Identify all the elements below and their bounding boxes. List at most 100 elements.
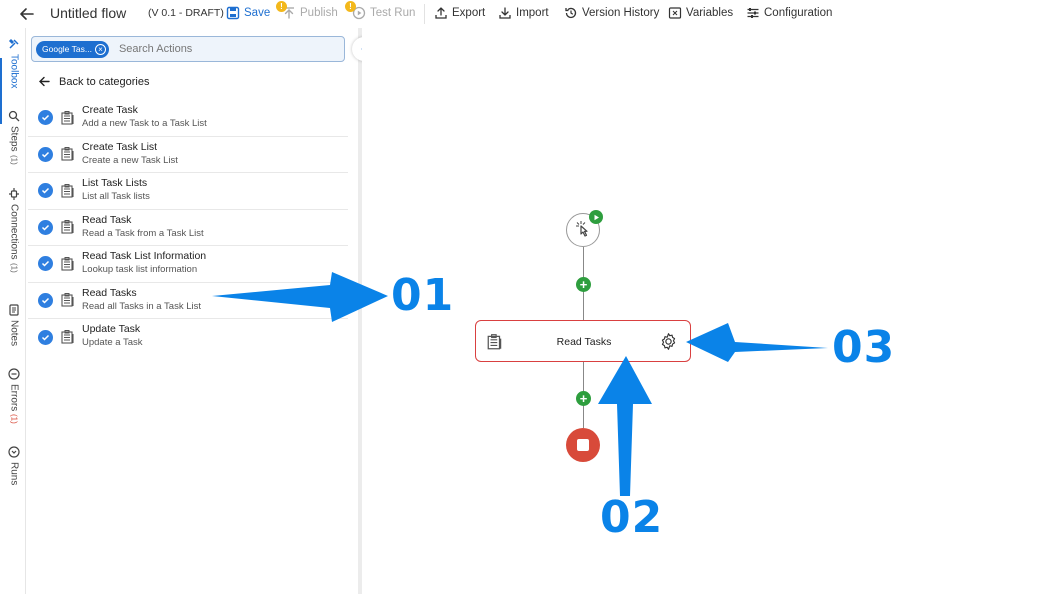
play-icon[interactable]: [589, 210, 603, 224]
check-circle-icon: [38, 329, 53, 345]
configuration-button[interactable]: Configuration: [746, 6, 832, 20]
action-desc: Read a Task from a Task List: [82, 227, 204, 239]
test-run-label: Test Run: [370, 7, 416, 19]
rail-tab-steps[interactable]: Steps (1): [4, 110, 24, 164]
publish-warning-badge: !: [276, 1, 287, 12]
export-label: Export: [452, 7, 486, 19]
action-title: Create Task List: [82, 140, 158, 153]
list-item[interactable]: Update Task Update a Task: [28, 319, 348, 356]
callout-label-01: 01: [391, 270, 455, 321]
action-list: Create Task Add a new Task to a Task List…: [28, 100, 348, 356]
toolbox-panel: Google Tas... × Back to categories Creat…: [26, 28, 358, 594]
notes-icon: [9, 304, 19, 316]
check-circle-icon: [38, 110, 53, 126]
variables-label: Variables: [686, 7, 734, 19]
rail-label-notes: Notes: [8, 320, 20, 347]
action-title: Read Task: [82, 213, 132, 226]
back-to-categories-link[interactable]: Back to categories: [38, 75, 150, 88]
action-desc: Create a new Task List: [82, 154, 178, 166]
list-item[interactable]: Read Task List Information Lookup task li…: [28, 246, 348, 283]
list-item[interactable]: Read Tasks Read all Tasks in a Task List: [28, 283, 348, 319]
task-list-icon: [61, 256, 74, 271]
plug-icon: [9, 188, 19, 200]
variables-icon: [668, 7, 682, 19]
list-item[interactable]: Read Task Read a Task from a Task List: [28, 210, 348, 246]
rail-count-connections: (1): [9, 262, 19, 273]
rail-tab-connections[interactable]: Connections (1): [4, 188, 24, 272]
check-circle-icon: [38, 183, 53, 199]
step-card-read-tasks[interactable]: Read Tasks: [475, 320, 691, 362]
rail-label-toolbox: Toolbox: [8, 54, 20, 89]
callout-label-02: 02: [600, 492, 664, 543]
filter-chip[interactable]: Google Tas... ×: [36, 40, 109, 58]
test-warning-badge: !: [345, 1, 356, 12]
version-history-label: Version History: [582, 7, 660, 19]
rail-tab-toolbox[interactable]: Toolbox: [4, 38, 24, 88]
import-label: Import: [516, 7, 549, 19]
add-step-button[interactable]: +: [576, 277, 591, 292]
export-button[interactable]: Export: [434, 6, 485, 20]
flow-canvas[interactable]: [362, 28, 1056, 594]
action-desc: Add a new Task to a Task List: [82, 118, 207, 129]
variables-button[interactable]: Variables: [668, 6, 733, 20]
list-item[interactable]: List Task Lists List all Task lists: [28, 173, 348, 210]
rail-label-connections: Connections: [8, 204, 20, 260]
chevron-circle-icon: [8, 446, 20, 458]
export-icon: [435, 7, 447, 19]
back-label: Back to categories: [59, 75, 150, 88]
action-desc: Read all Tasks in a Task List: [82, 300, 201, 312]
action-desc: Update a Task: [82, 337, 143, 348]
error-circle-icon: [8, 368, 20, 380]
top-toolbar: Untitled flow (V 0.1 - DRAFT) Save Publi…: [0, 0, 1056, 28]
action-desc: Lookup task list information: [82, 264, 198, 275]
list-item[interactable]: Create Task List Create a new Task List: [28, 137, 348, 173]
task-list-icon: [61, 110, 74, 125]
import-button[interactable]: Import: [498, 6, 549, 20]
add-step-button[interactable]: +: [576, 391, 591, 406]
rail-label-errors: Errors: [8, 384, 20, 412]
version-history-button[interactable]: Version History: [564, 6, 659, 20]
end-node[interactable]: [566, 428, 600, 462]
version-label: (V 0.1 - DRAFT): [148, 7, 224, 19]
list-item[interactable]: Create Task Add a new Task to a Task List: [28, 100, 348, 137]
action-search-box[interactable]: Google Tas... ×: [31, 36, 345, 62]
rail-count-steps: (1): [9, 154, 19, 165]
task-list-icon: [61, 293, 74, 307]
save-icon: [226, 6, 240, 20]
action-title: Update Task: [82, 323, 141, 335]
toolbar-divider: [424, 4, 425, 24]
callout-label-03: 03: [832, 322, 896, 373]
action-title: Create Task: [82, 104, 138, 116]
search-input[interactable]: [118, 43, 319, 55]
chip-close-icon[interactable]: ×: [94, 43, 106, 55]
history-icon: [565, 7, 577, 19]
filter-chip-label: Google Tas...: [42, 44, 92, 54]
action-title: Read Tasks: [82, 286, 137, 299]
side-rail: Toolbox Steps (1) Connections (1) Notes …: [0, 28, 26, 594]
check-circle-icon: [38, 292, 53, 308]
rail-tab-notes[interactable]: Notes: [4, 304, 24, 346]
rail-tab-runs[interactable]: Runs: [4, 446, 24, 485]
sliders-icon: [747, 8, 759, 18]
check-circle-icon: [38, 256, 53, 272]
save-label: Save: [244, 7, 271, 19]
publish-label: Publish: [300, 7, 338, 19]
task-list-icon: [61, 147, 74, 161]
configuration-label: Configuration: [764, 7, 833, 19]
task-list-icon: [61, 330, 74, 344]
test-run-button[interactable]: Test Run: [352, 6, 415, 20]
arrow-left-icon: [39, 76, 50, 87]
tools-icon: [8, 38, 19, 49]
flow-title[interactable]: Untitled flow: [50, 5, 126, 21]
rail-label-runs: Runs: [8, 462, 20, 486]
task-list-icon: [61, 220, 74, 234]
gear-icon[interactable]: [659, 332, 678, 351]
stop-icon: [577, 439, 589, 451]
publish-button[interactable]: Publish: [282, 6, 338, 20]
check-circle-icon: [38, 219, 53, 235]
rail-count-errors: (1): [9, 414, 19, 425]
rail-tab-errors[interactable]: Errors (1): [4, 368, 24, 424]
task-list-icon: [61, 183, 74, 198]
back-arrow-icon[interactable]: [18, 5, 36, 23]
save-button[interactable]: Save: [226, 6, 270, 20]
